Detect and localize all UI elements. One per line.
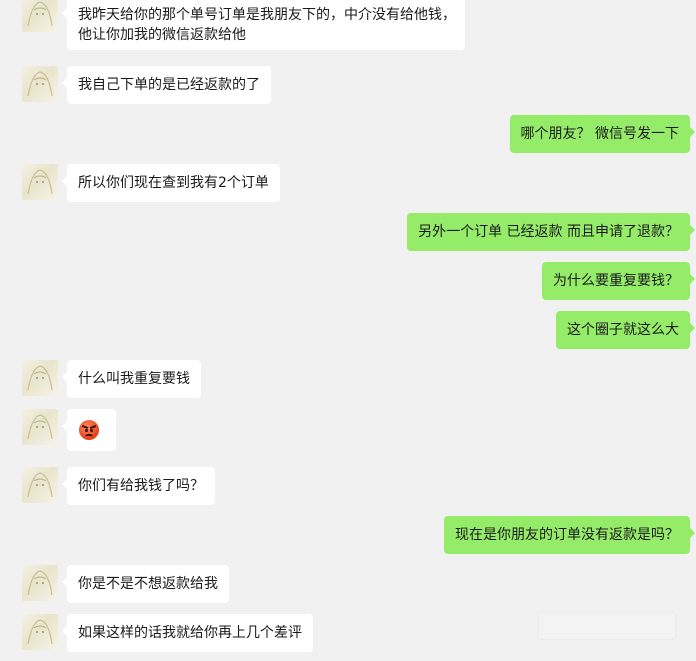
message-bubble-incoming[interactable]: 你是不是不想返款给我 <box>62 565 229 603</box>
message-bubble-incoming[interactable]: 什么叫我重复要钱 <box>62 360 201 398</box>
message-bubble-incoming[interactable]: 我昨天给你的那个单号订单是我朋友下的，中介没有给他钱， 他让你加我的微信返款给他 <box>62 0 465 50</box>
contact-avatar[interactable] <box>22 565 58 601</box>
contact-avatar[interactable] <box>22 164 58 200</box>
angry-face-emoji-icon <box>79 420 99 440</box>
faint-overlay-box <box>538 612 676 640</box>
message-bubble-incoming[interactable] <box>62 409 116 451</box>
message-text: 另外一个订单 已经返款 而且申请了退款？ <box>418 224 679 240</box>
contact-avatar[interactable] <box>22 0 58 32</box>
message-text: 如果这样的话我就给你再上几个差评 <box>78 625 302 641</box>
chat-window: 我昨天给你的那个单号订单是我朋友下的，中介没有给他钱， 他让你加我的微信返款给他… <box>0 0 696 661</box>
message-text: 哪个朋友？ 微信号发一下 <box>520 126 679 142</box>
message-bubble-incoming[interactable]: 你们有给我钱了吗？ <box>62 467 215 505</box>
contact-avatar[interactable] <box>22 66 58 102</box>
message-text: 为什么要重复要钱？ <box>553 273 679 289</box>
contact-avatar[interactable] <box>22 409 58 445</box>
message-text: 现在是你朋友的订单没有返款是吗？ <box>455 527 679 543</box>
contact-avatar[interactable] <box>22 614 58 650</box>
message-bubble-outgoing[interactable]: 哪个朋友？ 微信号发一下 <box>509 115 696 153</box>
message-bubble-incoming[interactable]: 所以你们现在查到我有2个订单 <box>62 164 280 202</box>
message-text: 我自己下单的是已经返款的了 <box>78 77 260 93</box>
message-bubble-outgoing[interactable]: 另外一个订单 已经返款 而且申请了退款？ <box>407 213 695 251</box>
message-bubble-incoming[interactable]: 我自己下单的是已经返款的了 <box>62 66 271 104</box>
message-text: 这个圈子就这么大 <box>567 322 679 338</box>
contact-avatar[interactable] <box>22 360 58 396</box>
message-bubble-outgoing[interactable]: 为什么要重复要钱？ <box>542 262 695 300</box>
message-text: 他让你加我的微信返款给他 <box>78 27 246 43</box>
message-text: 所以你们现在查到我有2个订单 <box>78 175 269 191</box>
contact-avatar[interactable] <box>22 467 58 503</box>
message-bubble-incoming[interactable]: 如果这样的话我就给你再上几个差评 <box>62 614 313 652</box>
message-text: 我昨天给你的那个单号订单是我朋友下的，中介没有给他钱， <box>78 7 456 23</box>
message-text: 你是不是不想返款给我 <box>78 576 218 592</box>
message-text: 什么叫我重复要钱 <box>78 371 190 387</box>
message-text: 你们有给我钱了吗？ <box>78 478 204 494</box>
message-bubble-outgoing[interactable]: 现在是你朋友的订单没有返款是吗？ <box>444 516 695 554</box>
message-bubble-outgoing[interactable]: 这个圈子就这么大 <box>556 311 695 349</box>
